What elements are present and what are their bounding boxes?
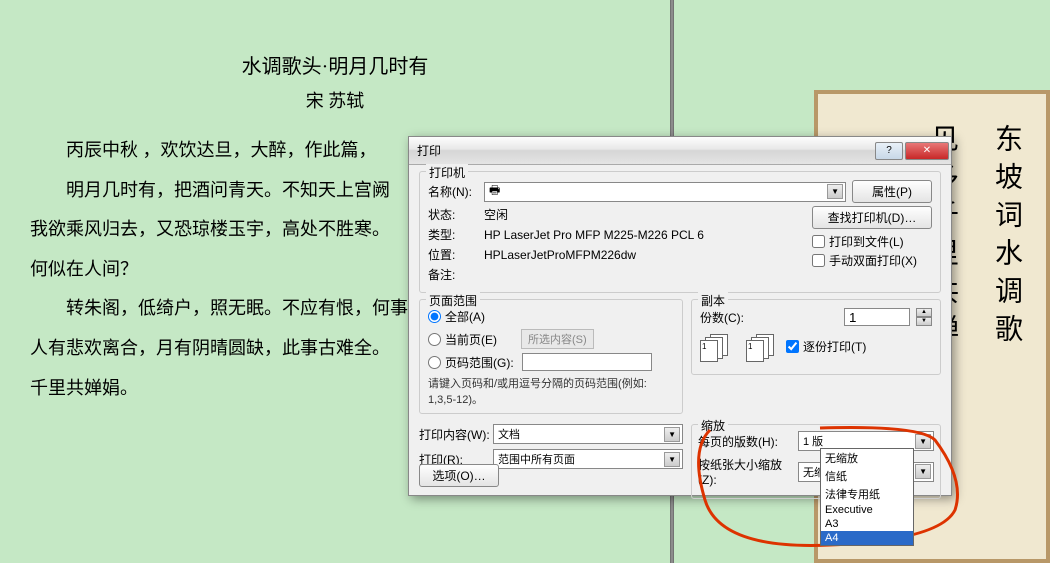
group-label: 页面范围 [426, 292, 480, 309]
find-printer-button[interactable]: 查找打印机(D)… [812, 206, 932, 229]
type-value: HP LaserJet Pro MFP M225-M226 PCL 6 [484, 228, 812, 242]
where-label: 位置: [428, 246, 484, 263]
collate-checkbox[interactable] [786, 340, 799, 353]
group-label: 副本 [698, 292, 728, 309]
group-label: 打印机 [426, 164, 468, 181]
scale-dropdown-list[interactable]: 无缩放 信纸 法律专用纸 Executive A3 A4 [820, 448, 914, 546]
printer-name-combo[interactable]: 🖶 [484, 182, 846, 202]
per-sheet-label: 每页的版数(H): [698, 433, 798, 450]
duplex-label: 手动双面打印(X) [829, 252, 917, 269]
range-hint: 请键入页码和/或用逗号分隔的页码范围(例如: 1,3,5-12)。 [428, 375, 674, 407]
scale-option[interactable]: Executive [821, 503, 913, 517]
properties-button[interactable]: 属性(P) [852, 180, 932, 203]
duplex-checkbox[interactable] [812, 254, 825, 267]
status-value: 空闲 [484, 206, 812, 223]
pages-input[interactable] [522, 353, 652, 371]
copies-input[interactable] [844, 308, 910, 326]
where-value: HPLaserJetProMFPM226dw [484, 248, 812, 262]
scale-option-selected[interactable]: A4 [821, 531, 913, 545]
doc-title: 水调歌头·明月几时有 [30, 50, 640, 79]
print-pages-combo[interactable]: 范围中所有页面 [493, 449, 683, 469]
vertical-text: 东坡词水调歌 [986, 124, 1026, 529]
print-what-combo[interactable]: 文档 [493, 424, 683, 444]
range-pages-radio[interactable] [428, 356, 441, 369]
print-dialog: 打印 ? ✕ 打印机 名称(N): 🖶 属性(P) 状态:空闲 [408, 136, 952, 496]
scale-option[interactable]: A3 [821, 517, 913, 531]
doc-author: 宋 苏轼 [30, 87, 640, 113]
range-current-radio[interactable] [428, 333, 441, 346]
range-pages-label: 页码范围(G): [445, 354, 514, 371]
dialog-title: 打印 [417, 142, 875, 159]
name-label: 名称(N): [428, 183, 484, 200]
printer-icon: 🖶 [489, 181, 500, 202]
scale-option[interactable]: 信纸 [821, 467, 913, 485]
range-current-label: 当前页(E) [445, 331, 497, 348]
comment-label: 备注: [428, 266, 484, 283]
print-pages-value: 范围中所有页面 [498, 451, 575, 467]
collate-preview: 321 321 [700, 334, 774, 362]
scale-option[interactable]: 无缩放 [821, 449, 913, 467]
print-what-label: 打印内容(W): [419, 426, 493, 443]
options-button[interactable]: 选项(O)… [419, 464, 499, 487]
scale-fit-label: 按纸张大小缩放(Z): [698, 456, 798, 487]
printer-group: 打印机 名称(N): 🖶 属性(P) 状态:空闲 类型:HP LaserJet … [419, 171, 941, 293]
copies-group: 副本 份数(C): ▲▼ 321 321 逐份打印(T) [691, 299, 941, 375]
group-label: 缩放 [698, 417, 728, 434]
copies-spinner[interactable]: ▲▼ [916, 308, 932, 326]
type-label: 类型: [428, 226, 484, 243]
print-what-value: 文档 [498, 426, 520, 442]
scale-option[interactable]: 法律专用纸 [821, 485, 913, 503]
collate-label: 逐份打印(T) [803, 338, 866, 355]
range-selection-button: 所选内容(S) [521, 329, 594, 349]
print-to-file-label: 打印到文件(L) [829, 233, 904, 250]
print-to-file-checkbox[interactable] [812, 235, 825, 248]
close-button[interactable]: ✕ [905, 142, 949, 160]
range-all-radio[interactable] [428, 310, 441, 323]
range-all-label: 全部(A) [445, 308, 485, 325]
per-sheet-value: 1 版 [803, 433, 823, 449]
help-button[interactable]: ? [875, 142, 903, 160]
status-label: 状态: [428, 206, 484, 223]
page-range-group: 页面范围 全部(A) 当前页(E) 所选内容(S) 页码范围(G): 请键入页码… [419, 299, 683, 414]
copies-label: 份数(C): [700, 309, 744, 326]
titlebar[interactable]: 打印 ? ✕ [409, 137, 951, 165]
